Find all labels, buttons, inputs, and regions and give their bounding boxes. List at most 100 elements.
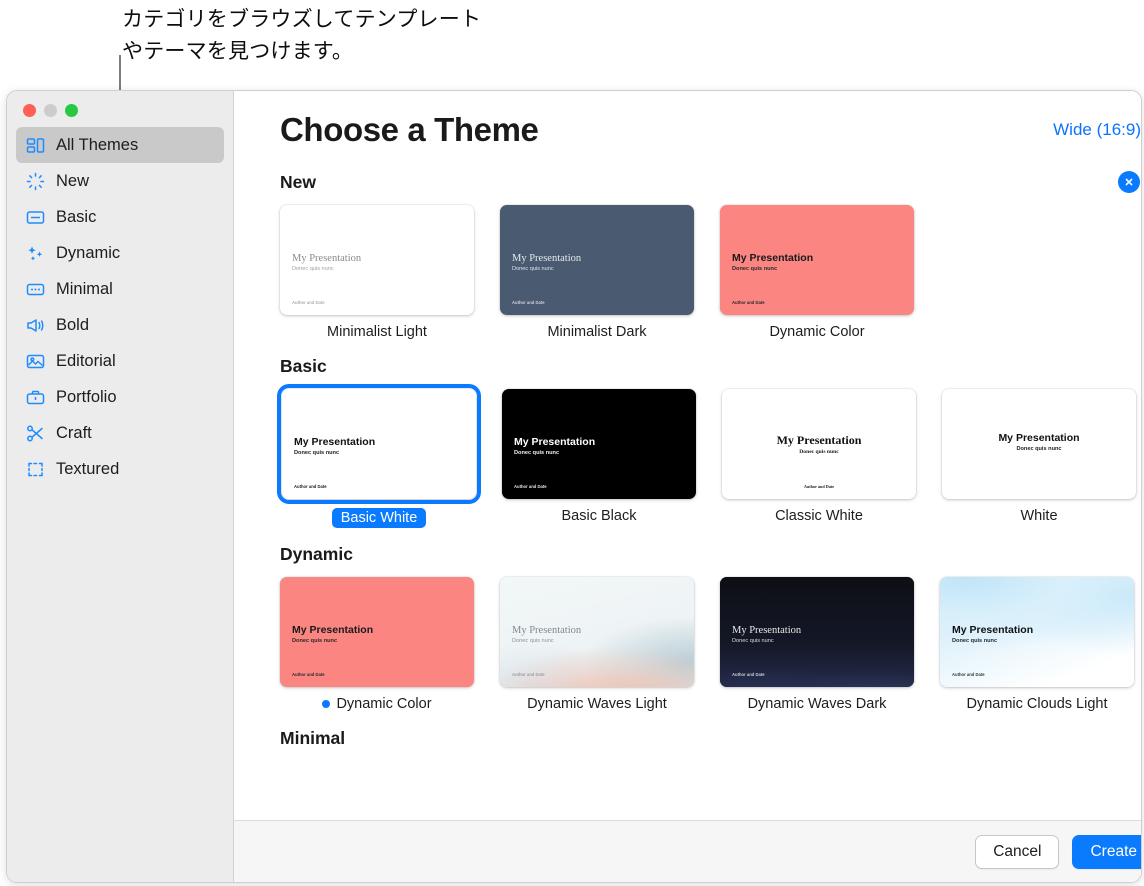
theme-cell-minimalist-dark[interactable]: My Presentation Donec quis nunc Author a… (500, 205, 694, 340)
theme-cell-dynamic-clouds-light[interactable]: My Presentation Donec quis nunc Author a… (940, 577, 1134, 712)
theme-cell-dynamic-waves-dark[interactable]: My Presentation Donec quis nunc Author a… (720, 577, 914, 712)
theme-cell-white[interactable]: My Presentation Donec quis nunc White (942, 389, 1136, 528)
thumb-subtitle: Donec quis nunc (799, 449, 839, 455)
sidebar-item-label: Basic (56, 207, 97, 226)
theme-row-dynamic: My Presentation Donec quis nunc Author a… (280, 577, 1141, 712)
theme-thumbnail[interactable]: My Presentation Donec quis nunc Author a… (720, 205, 914, 315)
thumb-subtitle: Donec quis nunc (292, 266, 334, 272)
theme-label: Minimalist Dark (547, 324, 647, 340)
thumb-title: My Presentation (952, 624, 1034, 636)
close-icon[interactable] (1118, 171, 1140, 193)
theme-caption: Dynamic Color (280, 696, 474, 712)
section-title: Minimal (280, 728, 346, 748)
screenshot-root: カテゴリをブラウズしてテンプレート やテーマを見つけます。 All Themes (0, 0, 1144, 886)
theme-thumbnail[interactable]: My Presentation Donec quis nunc Author a… (500, 205, 694, 315)
sparkles-icon (25, 243, 46, 264)
crop-frame-icon (25, 459, 46, 480)
slide-size-popup[interactable]: Wide (16:9) (1053, 120, 1141, 140)
cancel-button[interactable]: Cancel (975, 834, 1060, 869)
megaphone-icon (25, 315, 46, 336)
sidebar: All Themes New Basic Dynamic Minimal Bol… (7, 91, 234, 882)
sidebar-item-label: Editorial (56, 351, 116, 370)
sidebar-item-label: Bold (56, 315, 90, 334)
thumb-author: Author and Date (512, 672, 545, 677)
zoom-window-button[interactable] (65, 104, 78, 117)
theme-cell-dynamic-color[interactable]: My Presentation Donec quis nunc Author a… (280, 577, 474, 712)
thumb-author: Author and Date (952, 672, 985, 677)
theme-label: Classic White (775, 508, 863, 524)
theme-caption: Dynamic Waves Light (500, 696, 694, 712)
thumb-author: Author and Date (292, 672, 325, 677)
sidebar-item-label: Craft (56, 423, 92, 442)
sidebar-item-textured[interactable]: Textured (16, 451, 224, 487)
basic-slide-icon (25, 207, 46, 228)
theme-label: Basic Black (561, 508, 637, 524)
sidebar-item-dynamic[interactable]: Dynamic (16, 235, 224, 271)
theme-cell-dynamic-waves-light[interactable]: My Presentation Donec quis nunc Author a… (500, 577, 694, 712)
theme-caption: Classic White (722, 508, 916, 524)
sidebar-item-bold[interactable]: Bold (16, 307, 224, 343)
theme-label: Minimalist Light (327, 324, 427, 340)
theme-cell-basic-black[interactable]: My Presentation Donec quis nunc Author a… (502, 389, 696, 528)
main-header: Choose a Theme Wide (16:9) (234, 91, 1141, 169)
theme-thumbnail[interactable]: My Presentation Donec quis nunc Author a… (502, 389, 696, 499)
thumb-title: My Presentation (514, 436, 596, 448)
theme-thumbnail[interactable]: My Presentation Donec quis nunc Author a… (277, 384, 481, 504)
theme-label-selected: Basic White (331, 508, 427, 528)
thumb-author: Author and Date (732, 672, 765, 677)
thumb-title: My Presentation (998, 432, 1080, 444)
keynote-theme-chooser-window: All Themes New Basic Dynamic Minimal Bol… (6, 90, 1142, 883)
close-window-button[interactable] (23, 104, 36, 117)
sidebar-item-label: Textured (56, 459, 120, 478)
theme-cell-minimalist-light[interactable]: My Presentation Donec quis nunc Author a… (280, 205, 474, 340)
thumb-title: My Presentation (292, 624, 374, 636)
thumb-subtitle: Donec quis nunc (512, 266, 554, 272)
theme-cell-basic-white[interactable]: My Presentation Donec quis nunc Author a… (277, 384, 481, 528)
theme-label: Dynamic Color (336, 696, 432, 712)
sidebar-item-portfolio[interactable]: Portfolio (16, 379, 224, 415)
theme-label: Dynamic Clouds Light (966, 696, 1108, 712)
sidebar-item-basic[interactable]: Basic (16, 199, 224, 235)
section-header-basic: Basic (280, 356, 1141, 377)
theme-thumbnail[interactable]: My Presentation Donec quis nunc Author a… (720, 577, 914, 687)
sidebar-item-new[interactable]: New (16, 163, 224, 199)
minimize-window-button[interactable] (44, 104, 57, 117)
theme-thumbnail[interactable]: My Presentation Donec quis nunc Author a… (280, 205, 474, 315)
theme-label: Dynamic Waves Light (527, 696, 667, 712)
sidebar-item-editorial[interactable]: Editorial (16, 343, 224, 379)
theme-thumbnail[interactable]: My Presentation Donec quis nunc Author a… (500, 577, 694, 687)
theme-row-basic: My Presentation Donec quis nunc Author a… (277, 384, 1141, 528)
thumb-title: My Presentation (732, 625, 802, 636)
sidebar-item-label: Dynamic (56, 243, 121, 262)
slide-size-label: Wide (16:9) (1053, 120, 1141, 139)
theme-cell-dynamic-color[interactable]: My Presentation Donec quis nunc Author a… (720, 205, 914, 340)
sidebar-item-minimal[interactable]: Minimal (16, 271, 224, 307)
theme-thumbnail[interactable]: My Presentation Donec quis nunc Author a… (940, 577, 1134, 687)
theme-thumbnail[interactable]: My Presentation Donec quis nunc Author a… (280, 577, 474, 687)
theme-thumbnail[interactable]: My Presentation Donec quis nunc (942, 389, 1136, 499)
photo-icon (25, 351, 46, 372)
sidebar-item-label: Portfolio (56, 387, 117, 406)
callout-text: カテゴリをブラウズしてテンプレート やテーマを見つけます。 (122, 8, 482, 63)
thumb-subtitle: Donec quis nunc (732, 266, 778, 272)
thumb-title: My Presentation (512, 625, 582, 636)
all-themes-icon (25, 135, 46, 156)
section-header-dynamic: Dynamic (280, 544, 1141, 565)
sidebar-item-all-themes[interactable]: All Themes (16, 127, 224, 163)
thumb-title: My Presentation (512, 253, 582, 264)
sidebar-item-label: All Themes (56, 135, 139, 154)
thumb-title: My Presentation (292, 253, 362, 264)
theme-scroll-area[interactable]: New My Presentation Donec quis nunc Auth… (234, 169, 1141, 882)
minimal-dots-icon (25, 279, 46, 300)
section-title: Dynamic (280, 544, 353, 564)
sparkle-burst-icon (25, 171, 46, 192)
sidebar-item-craft[interactable]: Craft (16, 415, 224, 451)
theme-cell-classic-white[interactable]: My Presentation Donec quis nunc Author a… (722, 389, 916, 528)
thumb-subtitle: Donec quis nunc (512, 638, 554, 644)
current-theme-dot-icon (322, 700, 331, 708)
sidebar-item-label: Minimal (56, 279, 113, 298)
theme-caption: Dynamic Waves Dark (720, 696, 914, 712)
theme-thumbnail[interactable]: My Presentation Donec quis nunc Author a… (722, 389, 916, 499)
page-title: Choose a Theme (280, 111, 539, 148)
create-button[interactable]: Create (1072, 834, 1141, 869)
